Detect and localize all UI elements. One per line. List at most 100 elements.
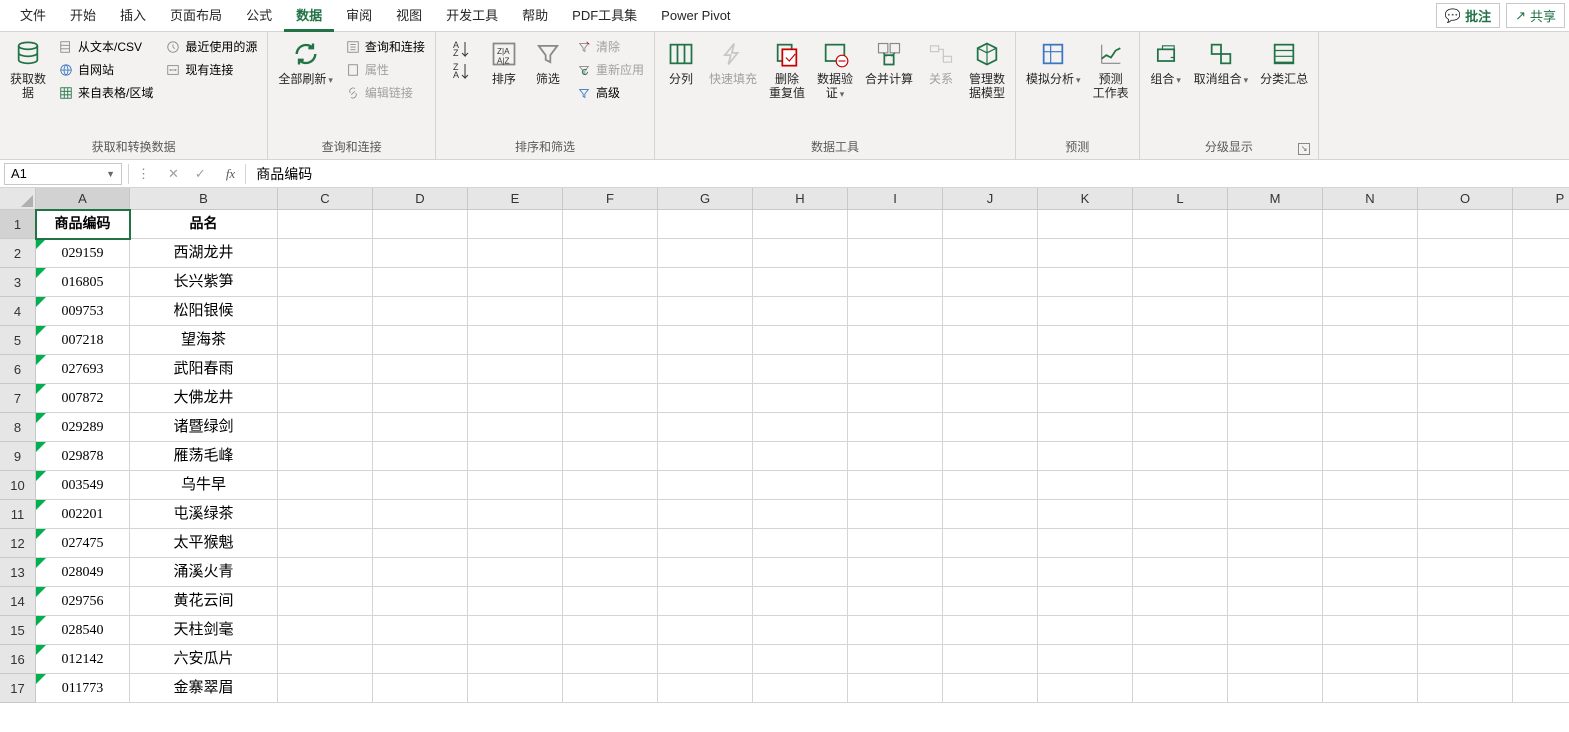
cell-H4[interactable]: [753, 297, 848, 326]
column-header-O[interactable]: O: [1418, 188, 1513, 210]
share-button[interactable]: ↗ 共享: [1506, 3, 1565, 28]
cell-J7[interactable]: [943, 384, 1038, 413]
cell-M16[interactable]: [1228, 645, 1323, 674]
cell-K13[interactable]: [1038, 558, 1133, 587]
cell-N7[interactable]: [1323, 384, 1418, 413]
cell-P10[interactable]: [1513, 471, 1569, 500]
cell-K16[interactable]: [1038, 645, 1133, 674]
cell-B14[interactable]: 黄花云间: [130, 587, 278, 616]
cell-O3[interactable]: [1418, 268, 1513, 297]
column-header-J[interactable]: J: [943, 188, 1038, 210]
name-box[interactable]: A1 ▼: [4, 163, 122, 185]
column-header-F[interactable]: F: [563, 188, 658, 210]
cell-J6[interactable]: [943, 355, 1038, 384]
tab-PDF工具集[interactable]: PDF工具集: [560, 0, 649, 32]
cell-D1[interactable]: [373, 210, 468, 239]
cell-O15[interactable]: [1418, 616, 1513, 645]
cell-J14[interactable]: [943, 587, 1038, 616]
cell-O17[interactable]: [1418, 674, 1513, 703]
cell-H3[interactable]: [753, 268, 848, 297]
cell-A13[interactable]: 028049: [36, 558, 130, 587]
cell-L8[interactable]: [1133, 413, 1228, 442]
cell-N2[interactable]: [1323, 239, 1418, 268]
cell-J15[interactable]: [943, 616, 1038, 645]
cell-K2[interactable]: [1038, 239, 1133, 268]
cell-C2[interactable]: [278, 239, 373, 268]
模拟分析-button[interactable]: 模拟分析: [1022, 36, 1085, 89]
cell-M13[interactable]: [1228, 558, 1323, 587]
cell-C7[interactable]: [278, 384, 373, 413]
cell-O4[interactable]: [1418, 297, 1513, 326]
cell-E10[interactable]: [468, 471, 563, 500]
cell-K14[interactable]: [1038, 587, 1133, 616]
cell-E7[interactable]: [468, 384, 563, 413]
column-header-H[interactable]: H: [753, 188, 848, 210]
tab-文件[interactable]: 文件: [8, 0, 58, 32]
数据验证-button[interactable]: 数据验 证: [813, 36, 857, 103]
cell-E16[interactable]: [468, 645, 563, 674]
cell-F15[interactable]: [563, 616, 658, 645]
cell-P1[interactable]: [1513, 210, 1569, 239]
cell-B10[interactable]: 乌牛早: [130, 471, 278, 500]
cell-C5[interactable]: [278, 326, 373, 355]
cell-N9[interactable]: [1323, 442, 1418, 471]
tab-审阅[interactable]: 审阅: [334, 0, 384, 32]
cell-L5[interactable]: [1133, 326, 1228, 355]
column-header-P[interactable]: P: [1513, 188, 1569, 210]
cell-M8[interactable]: [1228, 413, 1323, 442]
row-header-9[interactable]: 9: [0, 442, 36, 471]
cell-A3[interactable]: 016805: [36, 268, 130, 297]
cell-N14[interactable]: [1323, 587, 1418, 616]
cell-F2[interactable]: [563, 239, 658, 268]
cell-K11[interactable]: [1038, 500, 1133, 529]
cell-P15[interactable]: [1513, 616, 1569, 645]
高级-button[interactable]: 高级: [572, 82, 648, 103]
cell-K17[interactable]: [1038, 674, 1133, 703]
cell-C17[interactable]: [278, 674, 373, 703]
cell-I11[interactable]: [848, 500, 943, 529]
column-header-B[interactable]: B: [130, 188, 278, 210]
cell-I1[interactable]: [848, 210, 943, 239]
cell-D16[interactable]: [373, 645, 468, 674]
cell-E11[interactable]: [468, 500, 563, 529]
column-header-C[interactable]: C: [278, 188, 373, 210]
cell-P6[interactable]: [1513, 355, 1569, 384]
cell-L12[interactable]: [1133, 529, 1228, 558]
expand-dots[interactable]: ⋮: [131, 166, 156, 182]
column-header-G[interactable]: G: [658, 188, 753, 210]
cell-G15[interactable]: [658, 616, 753, 645]
cell-H15[interactable]: [753, 616, 848, 645]
cell-P3[interactable]: [1513, 268, 1569, 297]
cell-I15[interactable]: [848, 616, 943, 645]
获取数据-button[interactable]: 获取数 据: [6, 36, 50, 102]
cell-I6[interactable]: [848, 355, 943, 384]
cell-M1[interactable]: [1228, 210, 1323, 239]
cell-M11[interactable]: [1228, 500, 1323, 529]
cell-N6[interactable]: [1323, 355, 1418, 384]
cell-C9[interactable]: [278, 442, 373, 471]
cell-A8[interactable]: 029289: [36, 413, 130, 442]
row-header-6[interactable]: 6: [0, 355, 36, 384]
cell-M12[interactable]: [1228, 529, 1323, 558]
cell-H17[interactable]: [753, 674, 848, 703]
cell-L9[interactable]: [1133, 442, 1228, 471]
row-header-17[interactable]: 17: [0, 674, 36, 703]
cell-P13[interactable]: [1513, 558, 1569, 587]
cell-N16[interactable]: [1323, 645, 1418, 674]
cell-P8[interactable]: [1513, 413, 1569, 442]
cell-D10[interactable]: [373, 471, 468, 500]
column-header-D[interactable]: D: [373, 188, 468, 210]
cell-O12[interactable]: [1418, 529, 1513, 558]
cell-L13[interactable]: [1133, 558, 1228, 587]
cell-P5[interactable]: [1513, 326, 1569, 355]
cell-H9[interactable]: [753, 442, 848, 471]
cell-I16[interactable]: [848, 645, 943, 674]
cell-F13[interactable]: [563, 558, 658, 587]
cell-F7[interactable]: [563, 384, 658, 413]
cell-I14[interactable]: [848, 587, 943, 616]
cell-I2[interactable]: [848, 239, 943, 268]
cell-M4[interactable]: [1228, 297, 1323, 326]
cell-C4[interactable]: [278, 297, 373, 326]
cell-P14[interactable]: [1513, 587, 1569, 616]
cell-D5[interactable]: [373, 326, 468, 355]
